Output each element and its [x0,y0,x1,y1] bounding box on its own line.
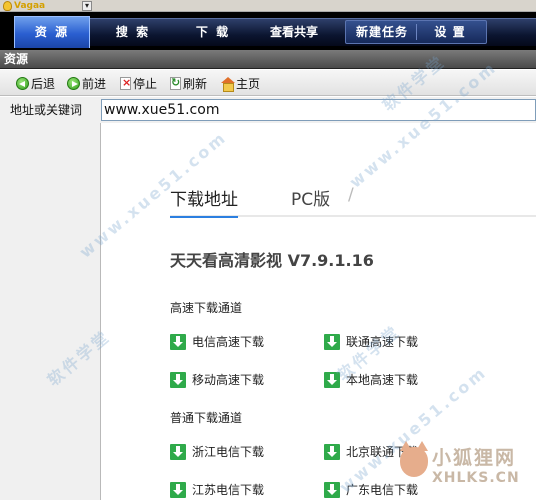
lightbulb-icon [3,1,12,11]
title-bar: Vagaa ▾ [0,0,536,12]
download-link[interactable]: 移动高速下载 [170,371,264,388]
section-title: 资源 [0,50,536,69]
download-link-label: 浙江电信下载 [192,445,265,459]
download-icon [324,443,340,460]
download-icon [170,371,186,388]
nav-tab-download[interactable]: 下 载 [176,18,250,46]
download-link[interactable]: 浙江电信下载 [170,443,264,460]
app-logo: Vagaa [3,0,45,12]
software-title: 天天看高清影视 V7.9.1.16 [170,251,374,270]
app-logo-text: Vagaa [14,1,46,11]
download-link-label: 电信高速下载 [192,335,265,349]
back-arrow-icon [16,76,29,90]
fox-icon [400,441,428,477]
download-icon [170,481,186,498]
back-button[interactable]: 后退 [16,75,55,91]
address-label: 地址或关键词 [10,103,83,117]
settings-button[interactable]: 设 置 [420,20,480,44]
download-link-label: 联通高速下载 [346,335,419,349]
fox-watermark: 小狐狸网 XHLKS.CN [400,441,536,500]
address-input[interactable] [101,99,536,121]
download-icon [324,481,340,498]
refresh-label: 刷新 [183,76,208,91]
download-icon [170,443,186,460]
stop-label: 停止 [133,76,158,91]
download-link[interactable]: 电信高速下载 [170,333,264,350]
stop-icon [120,76,131,90]
title-menu-button[interactable]: ▾ [82,1,92,11]
nav-divider [416,24,417,40]
group-title-high-speed: 高速下载通道 [170,301,243,315]
nav-tab-search[interactable]: 搜 索 [96,18,170,46]
address-row: 地址或关键词 [0,97,536,123]
forward-label: 前进 [82,76,107,91]
back-label: 后退 [31,76,56,91]
home-button[interactable]: 主页 [221,75,261,92]
group-title-normal: 普通下载通道 [170,411,243,425]
refresh-button[interactable]: 刷新 [170,75,207,91]
home-label: 主页 [236,76,261,91]
download-tabs: 下载地址 PC版 / [170,185,536,218]
download-link[interactable]: 江苏电信下载 [170,481,264,498]
download-icon [324,371,340,388]
forward-arrow-icon [67,76,80,90]
stop-button[interactable]: 停止 [120,75,157,91]
tab-separator: / [348,185,354,205]
forward-button[interactable]: 前进 [67,75,106,91]
download-icon [170,333,186,350]
download-link-label: 江苏电信下载 [192,483,265,497]
download-icon [324,333,340,350]
tab-download-address[interactable]: 下载地址 [170,185,238,218]
download-link[interactable]: 本地高速下载 [324,371,418,388]
new-task-button[interactable]: 新建任务 [350,20,414,44]
refresh-icon [170,76,181,90]
fox-watermark-cn: 小狐狸网 [432,447,517,469]
main-nav: 资 源 搜 索 下 载 查看共享 新建任务 设 置 [0,12,536,50]
browser-toolbar: 后退 前进 停止 刷新 主页 [0,70,536,96]
download-link-label: 本地高速下载 [346,373,419,387]
download-link[interactable]: 联通高速下载 [324,333,418,350]
fox-watermark-en: XHLKS.CN [432,470,520,486]
download-link-label: 移动高速下载 [192,373,265,387]
tab-pc-version[interactable]: PC版 [291,185,330,210]
home-icon [221,76,235,92]
nav-tab-resources[interactable]: 资 源 [14,16,90,48]
left-panel [0,123,101,500]
nav-tab-view-shares[interactable]: 查看共享 [256,18,332,46]
